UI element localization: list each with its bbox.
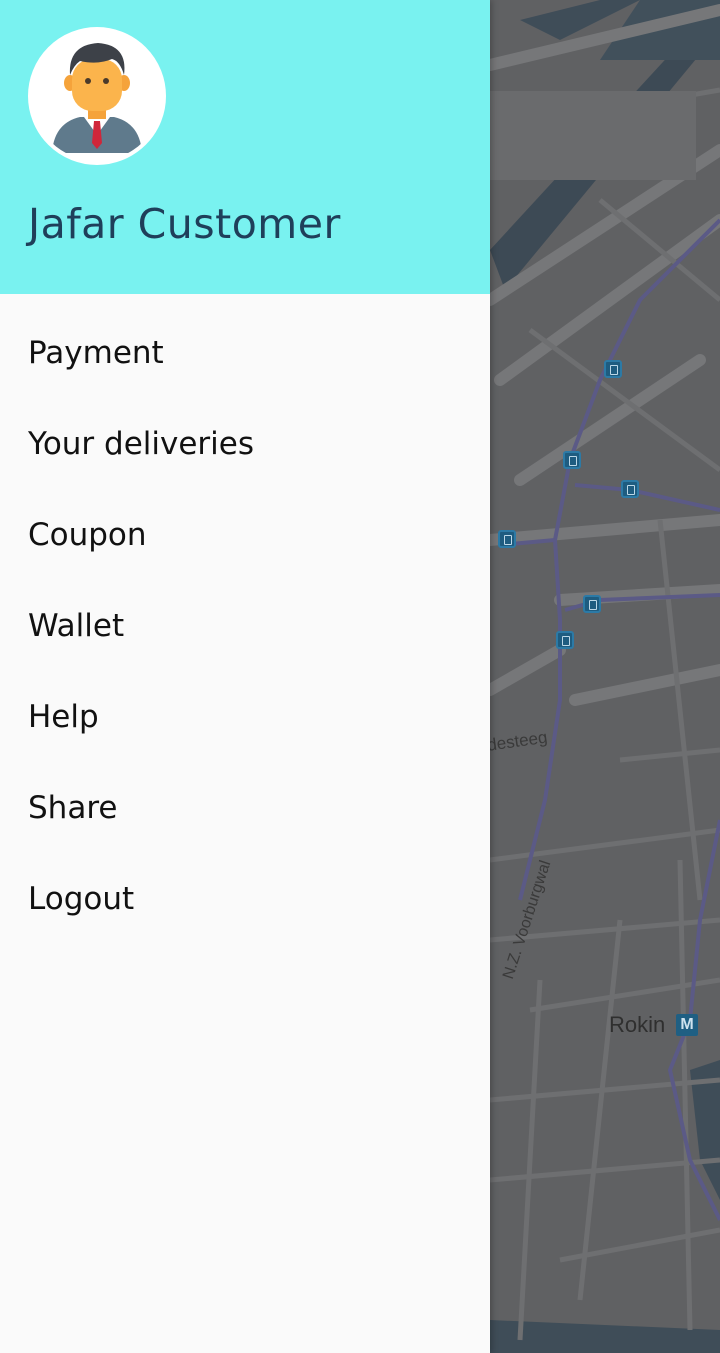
user-avatar-icon[interactable]	[28, 27, 166, 165]
menu-item-help[interactable]: Help	[0, 681, 490, 753]
menu-item-logout[interactable]: Logout	[0, 863, 490, 935]
search-bar-placeholder	[490, 91, 696, 180]
navigation-drawer: Jafar Customer Payment Your deliveries C…	[0, 0, 490, 1353]
map-place-label: Rokin	[609, 1012, 666, 1037]
tram-stop-icon	[556, 631, 574, 649]
user-name: Jafar Customer	[28, 200, 341, 248]
user-avatar-graphic	[32, 31, 162, 161]
menu-item-coupon[interactable]: Coupon	[0, 499, 490, 571]
tram-stop-icon	[498, 530, 516, 548]
tram-stop-icon	[604, 360, 622, 378]
metro-icon: M	[676, 1014, 698, 1036]
screen: desteeg N.Z. Voorburgwal Rokin M Jafar C…	[0, 0, 720, 1353]
tram-stop-icon	[563, 451, 581, 469]
menu-item-wallet[interactable]: Wallet	[0, 590, 490, 662]
drawer-header: Jafar Customer	[0, 0, 490, 294]
menu-item-share[interactable]: Share	[0, 772, 490, 844]
tram-stop-icon	[583, 595, 601, 613]
menu-item-your-deliveries[interactable]: Your deliveries	[0, 408, 490, 480]
menu-item-payment[interactable]: Payment	[0, 317, 490, 389]
tram-stop-icon	[621, 480, 639, 498]
